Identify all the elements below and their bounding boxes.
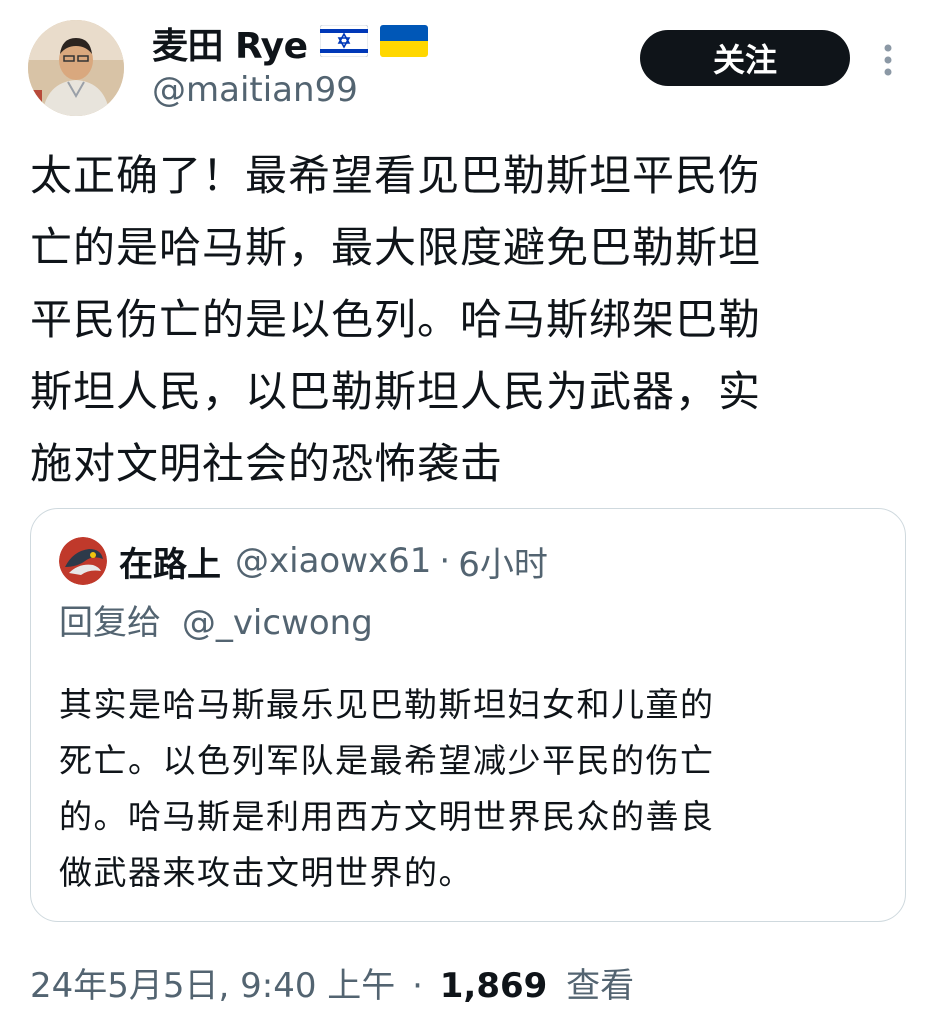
tweet-header: 麦田 Rye @maitian99 关注 (0, 0, 936, 130)
follow-button[interactable]: 关注 (640, 30, 850, 86)
quoted-reply-to: 回复给 @_vicwong (59, 595, 373, 644)
tweet-footer: 24年5月5日, 9:40 上午 · 1,869 查看 (30, 958, 634, 1007)
tweet-line: 亡的是哈马斯，最大限度避免巴勒斯坦 (30, 223, 762, 272)
quoted-time[interactable]: 6小时 (458, 537, 548, 586)
author-handle[interactable]: @maitian99 (152, 70, 358, 110)
author-name-row: 麦田 Rye (152, 17, 428, 69)
ukraine-flag-icon (379, 25, 428, 61)
quoted-line: 死亡。以色列军队是最希望减少平民的伤亡 (59, 741, 715, 780)
quoted-separator: · (439, 541, 451, 581)
reply-to-prefix: 回复给 (59, 603, 161, 643)
tweet-line: 太正确了！最希望看见巴勒斯坦平民伤 (30, 151, 762, 200)
author-display-name[interactable]: 麦田 Rye (152, 17, 308, 69)
footer-separator: · (412, 966, 423, 1006)
tweet-line: 斯坦人民，以巴勒斯坦人民为武器，实 (30, 367, 762, 416)
author-avatar-image (28, 20, 124, 116)
tweet-timestamp[interactable]: 24年5月5日, 9:40 上午 (30, 966, 395, 1006)
author-avatar[interactable] (28, 20, 124, 116)
quoted-tweet[interactable]: 在路上 @xiaowx61 · 6小时 回复给 @_vicwong 其实是哈马斯… (30, 508, 906, 922)
israel-flag-icon (319, 24, 369, 61)
quoted-body: 其实是哈马斯最乐见巴勒斯坦妇女和儿童的 死亡。以色列军队是最希望减少平民的伤亡 … (59, 677, 859, 901)
quoted-author-avatar-image (59, 537, 107, 585)
quoted-line: 的。哈马斯是利用西方文明世界民众的善良 (59, 797, 715, 836)
views-label: 查看 (566, 966, 635, 1006)
views-count: 1,869 (439, 966, 548, 1006)
quoted-handle[interactable]: @xiaowx61 (235, 541, 431, 581)
more-options-icon[interactable] (878, 40, 898, 80)
tweet-line: 施对文明社会的恐怖袭击 (30, 439, 504, 488)
reply-to-handle[interactable]: @_vicwong (182, 603, 373, 643)
quoted-display-name[interactable]: 在路上 (119, 537, 221, 586)
quoted-header: 在路上 @xiaowx61 · 6小时 (119, 535, 548, 587)
quoted-author-avatar[interactable] (59, 537, 107, 585)
tweet-body: 太正确了！最希望看见巴勒斯坦平民伤 亡的是哈马斯，最大限度避免巴勒斯坦 平民伤亡… (30, 140, 910, 500)
quoted-line: 做武器来攻击文明世界的。 (59, 853, 473, 892)
tweet-line: 平民伤亡的是以色列。哈马斯绑架巴勒 (30, 295, 762, 344)
quoted-line: 其实是哈马斯最乐见巴勒斯坦妇女和儿童的 (59, 685, 715, 724)
